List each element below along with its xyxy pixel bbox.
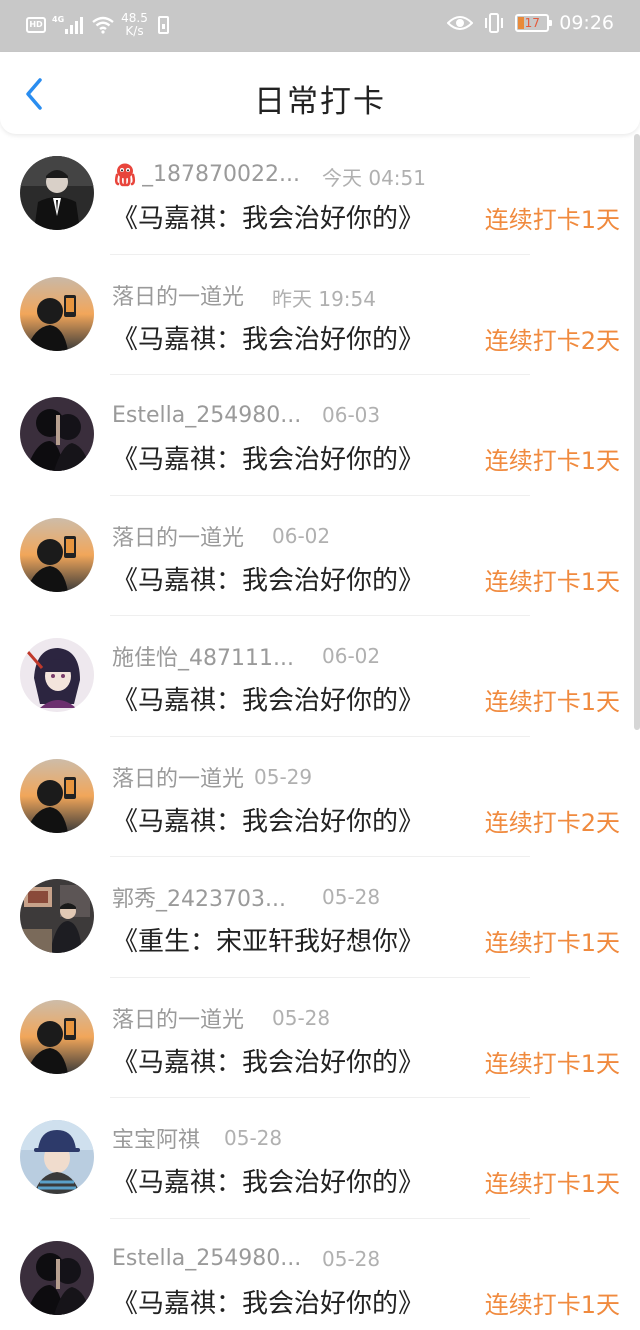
book-title[interactable]: 《马嘉祺：我会治好你的》 — [112, 1283, 424, 1320]
book-title[interactable]: 《马嘉祺：我会治好你的》 — [112, 560, 424, 597]
avatar[interactable] — [20, 156, 94, 230]
timestamp: 06-03 — [322, 403, 381, 427]
vibrate-icon — [485, 13, 504, 33]
meta-line: 落日的一道光 — [112, 520, 244, 552]
streak-label: 连续打卡1天 — [484, 1049, 620, 1078]
meta-line: 宝宝阿祺 — [112, 1122, 200, 1154]
streak-label: 连续打卡1天 — [484, 447, 620, 475]
meta-line: Estella_254980... — [112, 1245, 301, 1273]
sim-icon — [157, 16, 169, 34]
network-type: 4G — [52, 14, 65, 24]
avatar[interactable] — [20, 638, 94, 712]
book-title[interactable]: 《马嘉祺：我会治好你的》 — [112, 801, 424, 838]
scrollbar[interactable] — [634, 134, 640, 730]
checkin-row[interactable]: _187870022... 今天 04:51 《马嘉祺：我会治好你的》 连续打卡1天 — [0, 134, 640, 255]
avatar[interactable] — [20, 999, 94, 1074]
wifi-icon — [92, 16, 114, 34]
meta-line: 郭秀_2423703... — [112, 881, 286, 913]
checkin-row[interactable]: Estella_254980... 05-28 《马嘉祺：我会治好你的》 连续打卡1天 — [0, 1219, 640, 1330]
book-title[interactable]: 《马嘉祺：我会治好你的》 — [112, 680, 424, 717]
checkin-row[interactable]: 郭秀_2423703... 05-28 《重生：宋亚轩我好想你》 连续打卡1天 — [0, 857, 640, 978]
checkin-row[interactable]: 落日的一道光 05-28 《马嘉祺：我会治好你的》 连续打卡1天 — [0, 978, 640, 1098]
status-bar: HD 4G 48.5 K/s 17 09:26 — [0, 0, 640, 52]
hd-icon: HD — [26, 17, 46, 33]
avatar[interactable] — [20, 758, 94, 833]
timestamp: 05-28 — [224, 1126, 283, 1150]
signal-icon — [65, 16, 85, 34]
username[interactable]: 宝宝阿祺 — [112, 1122, 200, 1154]
streak-label: 连续打卡1天 — [484, 567, 620, 596]
avatar[interactable] — [20, 517, 94, 592]
battery-icon: 17 — [515, 14, 553, 32]
book-title[interactable]: 《重生：宋亚轩我好想你》 — [112, 921, 424, 958]
book-title[interactable]: 《马嘉祺：我会治好你的》 — [112, 1042, 424, 1079]
timestamp: 05-29 — [254, 764, 313, 789]
username[interactable]: 落日的一道光 — [112, 520, 244, 552]
username[interactable]: 落日的一道光 — [112, 761, 244, 793]
avatar[interactable] — [20, 879, 94, 953]
book-title[interactable]: 《马嘉祺：我会治好你的》 — [112, 439, 424, 476]
timestamp: 06-02 — [272, 523, 331, 548]
streak-label: 连续打卡1天 — [484, 206, 620, 234]
network-speed: 48.5 K/s — [121, 12, 148, 38]
checkin-row[interactable]: Estella_254980... 06-03 《马嘉祺：我会治好你的》 连续打卡1天 — [0, 375, 640, 496]
meta-line: 落日的一道光 — [112, 1002, 244, 1034]
checkin-row[interactable]: 落日的一道光 06-02 《马嘉祺：我会治好你的》 连续打卡1天 — [0, 496, 640, 616]
streak-label: 连续打卡1天 — [484, 688, 620, 716]
checkin-row[interactable]: 宝宝阿祺 05-28 《马嘉祺：我会治好你的》 连续打卡1天 — [0, 1098, 640, 1219]
meta-line: _187870022... — [112, 160, 300, 188]
battery-level: 17 — [524, 16, 540, 30]
network-speed-unit: K/s — [125, 24, 144, 38]
avatar[interactable] — [20, 1120, 94, 1194]
streak-label: 连续打卡1天 — [484, 1290, 620, 1319]
avatar[interactable] — [20, 1240, 94, 1315]
streak-label: 连续打卡1天 — [484, 929, 620, 957]
avatar[interactable] — [20, 397, 94, 471]
checkin-list[interactable]: _187870022... 今天 04:51 《马嘉祺：我会治好你的》 连续打卡1天落… — [0, 134, 640, 1330]
meta-line: 落日的一道光 — [112, 279, 244, 311]
meta-line: 施佳怡_487111... — [112, 640, 294, 672]
username[interactable]: 施佳怡_487111... — [112, 640, 294, 672]
username[interactable]: 落日的一道光 — [112, 279, 244, 311]
timestamp: 05-28 — [322, 1246, 381, 1271]
page-title: 日常打卡 — [254, 84, 386, 120]
timestamp: 05-28 — [272, 1005, 331, 1030]
streak-label: 连续打卡2天 — [484, 808, 620, 837]
clock: 09:26 — [559, 12, 614, 34]
timestamp: 06-02 — [322, 644, 381, 668]
username[interactable]: 郭秀_2423703... — [112, 881, 286, 913]
timestamp: 昨天 19:54 — [272, 286, 376, 311]
meta-line: 落日的一道光 — [112, 761, 244, 793]
username[interactable]: 落日的一道光 — [112, 1002, 244, 1034]
timestamp: 今天 04:51 — [322, 166, 426, 190]
book-title[interactable]: 《马嘉祺：我会治好你的》 — [112, 319, 424, 356]
meta-line: Estella_254980... — [112, 401, 301, 429]
checkin-row[interactable]: 施佳怡_487111... 06-02 《马嘉祺：我会治好你的》 连续打卡1天 — [0, 616, 640, 737]
book-title[interactable]: 《马嘉祺：我会治好你的》 — [112, 198, 424, 235]
checkin-row[interactable]: 落日的一道光 05-29 《马嘉祺：我会治好你的》 连续打卡2天 — [0, 737, 640, 857]
book-title[interactable]: 《马嘉祺：我会治好你的》 — [112, 1162, 424, 1199]
streak-label: 连续打卡2天 — [484, 326, 620, 355]
avatar[interactable] — [20, 276, 94, 351]
username[interactable]: Estella_254980... — [112, 1246, 301, 1271]
timestamp: 05-28 — [322, 885, 381, 909]
username[interactable]: _187870022... — [142, 162, 300, 187]
octopus-icon — [112, 161, 138, 187]
eye-icon — [447, 16, 474, 30]
app-header: 日常打卡 — [0, 52, 640, 134]
streak-label: 连续打卡1天 — [484, 1170, 620, 1198]
checkin-row[interactable]: 落日的一道光 昨天 19:54 《马嘉祺：我会治好你的》 连续打卡2天 — [0, 255, 640, 375]
username[interactable]: Estella_254980... — [112, 403, 301, 428]
